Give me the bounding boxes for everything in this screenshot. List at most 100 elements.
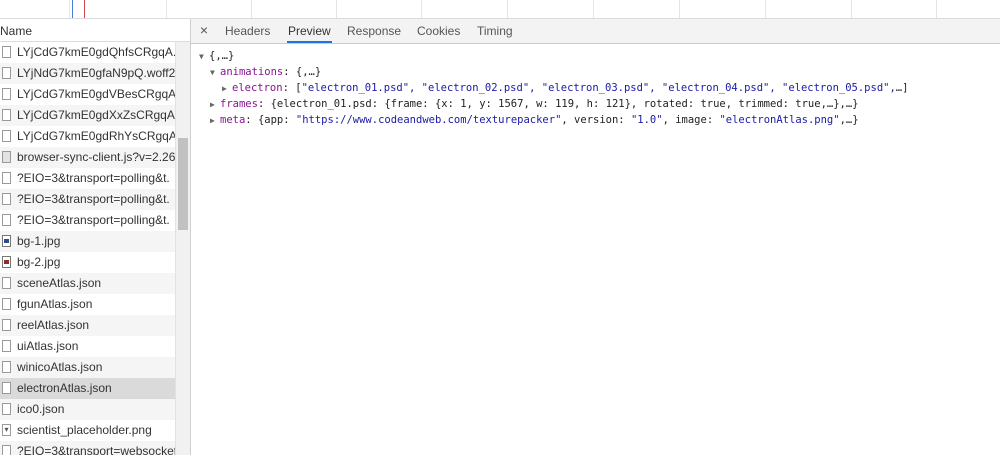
request-name: reelAtlas.json [17, 318, 90, 332]
file-icon [2, 319, 11, 331]
request-row[interactable]: ?EIO=3&transport=polling&t. [0, 168, 175, 189]
file-icon [2, 46, 11, 58]
request-list[interactable]: LYjCdG7kmE0gdQhfsCRgqA.w LYjNdG7kmE0gfaN9… [0, 42, 175, 455]
request-name: bg-1.jpg [17, 234, 61, 248]
request-name: ?EIO=3&transport=polling&t. [17, 192, 170, 206]
request-row[interactable]: reelAtlas.json [0, 315, 175, 336]
meta-version: "1.0" [630, 114, 663, 126]
image-file-icon [2, 256, 11, 268]
file-icon [2, 340, 11, 352]
request-row[interactable]: bg-2.jpg [0, 252, 175, 273]
file-icon [2, 130, 11, 142]
request-row[interactable]: LYjCdG7kmE0gdVBesCRgqA.w [0, 84, 175, 105]
request-list-scrollbar[interactable] [175, 42, 190, 455]
request-row[interactable]: ?EIO=3&transport=websocket [0, 441, 175, 455]
request-name: scientist_placeholder.png [17, 423, 152, 437]
image-file-icon [2, 235, 11, 247]
tab-response[interactable]: Response [346, 19, 402, 43]
file-icon [2, 67, 11, 79]
load-marker [84, 0, 85, 18]
collapsed-triangle-icon[interactable]: ▶ [210, 113, 220, 129]
scrollbar-thumb[interactable] [178, 138, 188, 230]
request-row[interactable]: uiAtlas.json [0, 336, 175, 357]
meta-image: "electronAtlas.png" [719, 114, 840, 126]
timeline-gridline [421, 0, 422, 18]
file-icon [2, 88, 11, 100]
collapsed-triangle-icon[interactable]: ▶ [222, 81, 232, 97]
tab-cookies[interactable]: Cookies [416, 19, 461, 43]
electron-close: …] [895, 82, 909, 94]
tree-node-animations[interactable]: ▼ animations: {,…} [210, 64, 321, 80]
request-name: ?EIO=3&transport=polling&t. [17, 171, 170, 185]
tab-headers[interactable]: Headers [224, 19, 271, 43]
request-row[interactable]: bg-1.jpg [0, 231, 175, 252]
request-name: uiAtlas.json [17, 339, 79, 353]
request-row[interactable]: ?EIO=3&transport=polling&t. [0, 210, 175, 231]
request-name: electronAtlas.json [17, 381, 112, 395]
timeline-gridline [69, 0, 70, 18]
request-name: sceneAtlas.json [17, 276, 102, 290]
request-row[interactable]: ▾ scientist_placeholder.png [0, 420, 175, 441]
request-name: LYjCdG7kmE0gdVBesCRgqA.w [17, 87, 175, 101]
tree-root[interactable]: ▼ {,…} [199, 48, 234, 64]
file-icon [2, 214, 11, 226]
request-name: ico0.json [17, 402, 65, 416]
file-icon [2, 445, 11, 455]
meta-open: {app: [257, 114, 296, 126]
timeline-gridline [679, 0, 680, 18]
dom-content-loaded-marker [72, 0, 73, 18]
timeline-gridline [166, 0, 167, 18]
file-icon [2, 298, 11, 310]
network-timeline[interactable] [0, 0, 1000, 19]
meta-app: "https://www.codeandweb.com/texturepacke… [295, 114, 562, 126]
request-row[interactable]: winicoAtlas.json [0, 357, 175, 378]
timeline-gridline [251, 0, 252, 18]
timeline-gridline [507, 0, 508, 18]
electron-key: electron [232, 82, 283, 94]
request-row[interactable]: ?EIO=3&transport=polling&t. [0, 189, 175, 210]
name-column-header[interactable]: Name [0, 19, 190, 42]
request-name: LYjCdG7kmE0gdRhYsCRgqA.w [17, 129, 175, 143]
tree-node-meta[interactable]: ▶ meta: {app: "https://www.codeandweb.com… [210, 112, 859, 128]
request-name: winicoAtlas.json [17, 360, 103, 374]
request-row[interactable]: LYjCdG7kmE0gdQhfsCRgqA.w [0, 42, 175, 63]
request-row[interactable]: LYjNdG7kmE0gfaN9pQ.woff2 [0, 63, 175, 84]
request-name: browser-sync-client.js?v=2.26. [17, 150, 175, 164]
request-name: ?EIO=3&transport=websocket [17, 444, 175, 455]
animations-key: animations [220, 66, 284, 78]
frames-key: frames [220, 98, 258, 110]
request-row[interactable]: LYjCdG7kmE0gdXxZsCRgqA.w [0, 105, 175, 126]
file-icon [2, 109, 11, 121]
animations-value: {,…} [295, 66, 322, 78]
meta-mid: , version: [561, 114, 631, 126]
request-name: LYjCdG7kmE0gdQhfsCRgqA.w [17, 45, 175, 59]
timeline-gridline [765, 0, 766, 18]
tab-timing[interactable]: Timing [476, 19, 514, 43]
collapsed-triangle-icon[interactable]: ▶ [210, 97, 220, 113]
request-row[interactable]: sceneAtlas.json [0, 273, 175, 294]
timeline-gridline [593, 0, 594, 18]
timeline-gridline [851, 0, 852, 18]
request-name: fgunAtlas.json [17, 297, 93, 311]
expanded-triangle-icon[interactable]: ▼ [199, 49, 209, 65]
root-value: {,…} [209, 50, 235, 62]
expanded-triangle-icon[interactable]: ▼ [210, 65, 220, 81]
tree-node-electron[interactable]: ▶ electron: ["electron_01.psd", "electron… [222, 80, 908, 96]
close-icon[interactable]: × [197, 23, 211, 37]
detail-tabbar: × Headers Preview Response Cookies Timin… [191, 19, 1000, 44]
request-name: LYjNdG7kmE0gfaN9pQ.woff2 [17, 66, 175, 80]
meta-key: meta [220, 114, 246, 126]
tab-preview[interactable]: Preview [287, 19, 332, 43]
request-row[interactable]: ico0.json [0, 399, 175, 420]
file-icon [2, 193, 11, 205]
file-icon [2, 361, 11, 373]
file-icon [2, 382, 11, 394]
request-row[interactable]: browser-sync-client.js?v=2.26. [0, 147, 175, 168]
request-row[interactable]: LYjCdG7kmE0gdRhYsCRgqA.w [0, 126, 175, 147]
name-column-label: Name [0, 24, 33, 38]
script-file-icon [2, 151, 11, 163]
request-row[interactable]: fgunAtlas.json [0, 294, 175, 315]
request-row[interactable]: electronAtlas.json [0, 378, 175, 399]
meta-close: ,…} [839, 114, 859, 126]
tree-node-frames[interactable]: ▶ frames: {electron_01.psd: {frame: {x: 1… [210, 96, 859, 112]
